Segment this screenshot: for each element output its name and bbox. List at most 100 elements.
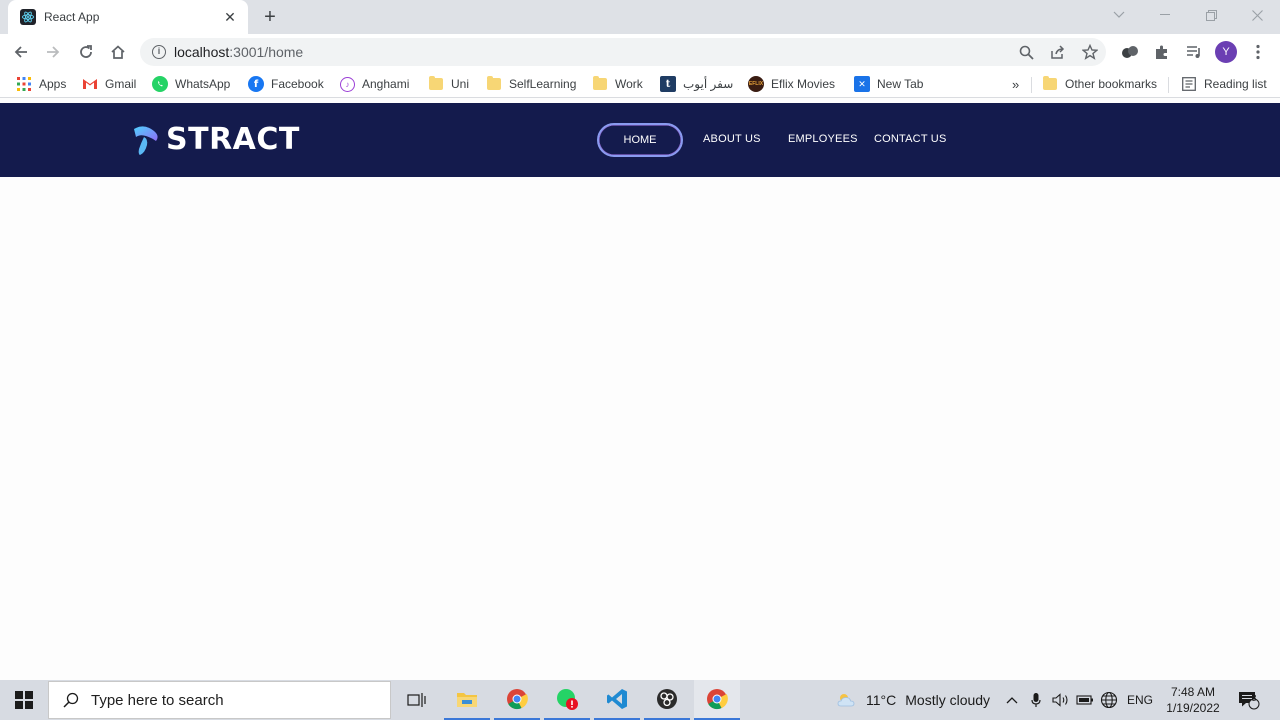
- bookmarks-overflow-button[interactable]: »: [1012, 75, 1019, 93]
- bookmark-label: Uni: [451, 77, 470, 91]
- bookmark-tumblr[interactable]: t سفر أيوب: [660, 75, 733, 93]
- reload-icon[interactable]: [74, 40, 98, 64]
- bookmark-facebook[interactable]: f Facebook: [248, 75, 324, 93]
- nav-about-us[interactable]: ABOUT US: [703, 133, 761, 145]
- extension-icon[interactable]: [1120, 42, 1140, 62]
- logo-text: STRACT: [166, 121, 300, 157]
- bookmark-apps[interactable]: Apps: [16, 75, 66, 93]
- notification-count: 3: [1251, 693, 1257, 703]
- bookmark-star-icon[interactable]: [1082, 44, 1098, 60]
- eflix-icon: EFLIX: [748, 76, 764, 92]
- bookmark-label: Facebook: [271, 77, 324, 91]
- media-queue-icon[interactable]: [1184, 42, 1204, 62]
- clock-date: 1/19/2022: [1166, 701, 1220, 715]
- folder-icon: [487, 76, 501, 90]
- bookmark-folder-uni[interactable]: Uni: [429, 75, 469, 93]
- weather-widget[interactable]: 11°C Mostly cloudy: [836, 680, 990, 720]
- language-indicator[interactable]: ENG: [1127, 680, 1153, 720]
- bookmark-label: WhatsApp: [175, 77, 231, 91]
- search-icon: [63, 692, 79, 708]
- share-icon[interactable]: [1049, 44, 1065, 60]
- tab-react-app[interactable]: React App ✕: [8, 0, 248, 34]
- windows-start-icon[interactable]: [0, 680, 48, 720]
- zoom-icon[interactable]: [1018, 44, 1034, 60]
- taskbar-search-input[interactable]: Type here to search: [48, 681, 391, 719]
- bookmark-label: Anghami: [362, 77, 410, 91]
- anghami-icon: ♪: [340, 76, 355, 92]
- vscode-icon[interactable]: [594, 680, 640, 720]
- folder-icon: [429, 76, 443, 90]
- profile-avatar[interactable]: Y: [1215, 41, 1237, 63]
- bookmark-label: Work: [615, 77, 643, 91]
- bookmark-folder-work[interactable]: Work: [593, 75, 643, 93]
- forward-icon[interactable]: [41, 40, 65, 64]
- tumblr-icon: t: [660, 76, 676, 92]
- web-page: STRACT HOME ABOUT US EMPLOYEES CONTACT U…: [0, 103, 1280, 680]
- minimize-icon[interactable]: [1142, 0, 1188, 30]
- bookmarks-divider: [1168, 77, 1169, 93]
- clock-time: 7:48 AM: [1170, 685, 1216, 699]
- task-view-icon[interactable]: [394, 680, 440, 720]
- show-hidden-icons-chevron-icon[interactable]: [1006, 680, 1018, 720]
- nav-employees[interactable]: EMPLOYEES: [788, 133, 858, 145]
- site-header: STRACT HOME ABOUT US EMPLOYEES CONTACT U…: [0, 103, 1280, 177]
- battery-icon[interactable]: [1076, 680, 1094, 720]
- chevron-down-icon[interactable]: [1096, 0, 1142, 30]
- reading-list-button[interactable]: Reading list: [1181, 75, 1267, 93]
- close-window-icon[interactable]: [1234, 0, 1280, 30]
- system-clock[interactable]: 7:48 AM 1/19/2022: [1160, 684, 1226, 716]
- browser-window: React App ✕ + i localhost:3001/home Y A…: [0, 0, 1280, 680]
- apps-grid-icon: [16, 76, 32, 92]
- windows-taskbar: Type here to search 11°C Mostly cloudy E…: [0, 680, 1280, 720]
- whatsapp-desktop-icon[interactable]: [544, 680, 590, 720]
- restore-icon[interactable]: [1188, 0, 1234, 30]
- bookmark-label: سفر أيوب: [683, 77, 734, 91]
- obs-icon[interactable]: [644, 680, 690, 720]
- folder-icon: [1043, 76, 1057, 90]
- bookmark-other[interactable]: Other bookmarks: [1043, 75, 1157, 93]
- nav-home[interactable]: HOME: [597, 123, 683, 157]
- site-logo[interactable]: STRACT: [130, 120, 300, 158]
- bookmark-label: Eflix Movies: [771, 77, 836, 91]
- bookmark-eflix[interactable]: EFLIX Eflix Movies: [748, 75, 835, 93]
- notification-center-icon[interactable]: 3: [1238, 680, 1260, 720]
- browser-toolbar: i localhost:3001/home Y: [0, 34, 1280, 70]
- bookmark-label: Apps: [39, 77, 67, 91]
- tab-title: React App: [44, 10, 100, 24]
- bookmark-whatsapp[interactable]: WhatsApp: [152, 75, 230, 93]
- bookmark-label: New Tab: [877, 77, 924, 91]
- back-icon[interactable]: [9, 40, 33, 64]
- tab-close-icon[interactable]: ✕: [222, 9, 238, 25]
- bookmark-gmail[interactable]: Gmail: [82, 75, 136, 93]
- kebab-menu-icon[interactable]: [1248, 42, 1268, 62]
- weather-temp: 11°C: [866, 692, 897, 708]
- address-bar[interactable]: i localhost:3001/home: [140, 38, 1106, 66]
- folder-icon: [593, 76, 607, 90]
- bookmark-label: Gmail: [105, 77, 137, 91]
- chrome-icon[interactable]: [494, 680, 540, 720]
- nav-contact-us[interactable]: CONTACT US: [874, 133, 947, 145]
- site-info-icon[interactable]: i: [152, 45, 166, 59]
- puzzle-icon[interactable]: [1152, 42, 1172, 62]
- gmail-icon: [82, 76, 98, 92]
- cloudy-weather-icon: [836, 691, 858, 709]
- bookmarks-bar: Apps Gmail WhatsApp f Facebook ♪ Anghami…: [0, 70, 1280, 98]
- url-path: :3001/home: [229, 44, 304, 60]
- bookmark-newtab[interactable]: ✕ New Tab: [854, 75, 923, 93]
- microphone-icon[interactable]: [1031, 680, 1041, 720]
- stract-logo-icon: [134, 126, 158, 155]
- search-placeholder: Type here to search: [91, 691, 224, 709]
- new-tab-button[interactable]: +: [258, 6, 282, 28]
- bookmark-label: Other bookmarks: [1065, 77, 1158, 91]
- home-icon[interactable]: [106, 40, 130, 64]
- newtab-icon: ✕: [854, 76, 870, 92]
- volume-icon[interactable]: [1052, 680, 1070, 720]
- network-globe-icon[interactable]: [1100, 680, 1118, 720]
- chrome-active-icon[interactable]: [694, 680, 740, 720]
- bookmark-label: SelfLearning: [509, 77, 577, 91]
- bookmark-anghami[interactable]: ♪ Anghami: [340, 75, 409, 93]
- tab-strip: React App ✕ +: [0, 0, 1280, 34]
- file-explorer-icon[interactable]: [444, 680, 490, 720]
- bookmarks-divider: [1031, 77, 1032, 93]
- bookmark-folder-selflearning[interactable]: SelfLearning: [487, 75, 576, 93]
